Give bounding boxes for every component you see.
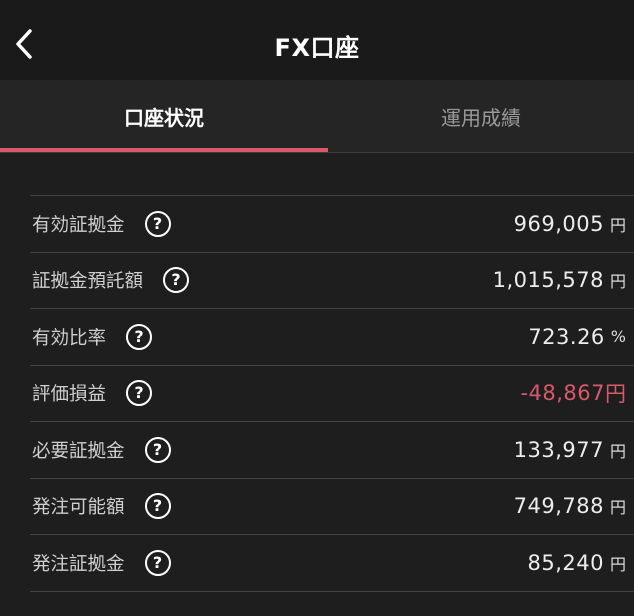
list-item: 必要証拠金 ? 133,977 円 <box>30 422 634 479</box>
row-label: 有効証拠金 <box>32 214 125 236</box>
value-number: 969,005 <box>513 211 604 236</box>
value-unit: % <box>610 327 626 347</box>
list-item: 証拠金預託額 ? 1,015,578 円 <box>30 253 634 309</box>
value-unit: 円 <box>609 272 626 292</box>
row-value: 133,977 円 <box>514 422 626 478</box>
value-unit: 円 <box>609 498 626 518</box>
value-unit: 円 <box>609 441 626 461</box>
value-number: 1,015,578 <box>492 268 604 293</box>
list-item: 発注証拠金 ? 85,240 円 <box>30 535 634 592</box>
list-item: 発注可能額 ? 749,788 円 <box>30 479 634 535</box>
help-icon[interactable]: ? <box>144 436 171 463</box>
help-icon[interactable]: ? <box>126 380 153 407</box>
row-value: 85,240 円 <box>528 535 627 591</box>
value-unit: 円 <box>605 382 626 407</box>
value-number: 723.26 <box>528 324 605 349</box>
help-icon[interactable]: ? <box>144 210 171 237</box>
row-label: 発注証拠金 <box>32 553 125 575</box>
tab-performance[interactable]: 運用成績 <box>328 80 634 152</box>
page-title: FX口座 <box>274 34 360 62</box>
row-label: 評価損益 <box>32 384 107 406</box>
value-number: 133,977 <box>513 437 604 462</box>
active-tab-indicator <box>0 148 328 152</box>
row-value: 969,005 円 <box>514 196 626 252</box>
row-label: 必要証拠金 <box>32 440 125 462</box>
tab-bar: 口座状況 運用成績 <box>0 80 634 153</box>
list-item: 有効証拠金 ? 969,005 円 <box>30 196 634 253</box>
value-number: -48,867 <box>520 381 605 406</box>
row-value: 1,015,578 円 <box>493 253 626 309</box>
tab-account-status[interactable]: 口座状況 <box>0 80 328 152</box>
value-unit: 円 <box>609 215 626 235</box>
row-value: 749,788 円 <box>514 479 626 535</box>
help-icon[interactable]: ? <box>144 493 171 520</box>
row-label: 発注可能額 <box>32 497 125 519</box>
help-icon[interactable]: ? <box>144 549 171 576</box>
row-value: -48,867 円 <box>520 366 626 422</box>
account-summary-list: 有効証拠金 ? 969,005 円 証拠金預託額 ? 1,015,578 円 有… <box>30 195 634 592</box>
list-item: 有効比率 ? 723.26 % <box>30 309 634 366</box>
list-item: 評価損益 ? -48,867 円 <box>30 366 634 422</box>
row-label: 証拠金預託額 <box>32 271 144 293</box>
help-icon[interactable]: ? <box>163 267 190 294</box>
row-value: 723.26 % <box>528 309 626 365</box>
value-number: 85,240 <box>527 550 604 575</box>
help-icon[interactable]: ? <box>126 323 153 350</box>
row-label: 有効比率 <box>32 327 107 349</box>
value-number: 749,788 <box>513 494 604 519</box>
app-header: FX口座 <box>0 0 634 80</box>
value-unit: 円 <box>609 554 626 574</box>
